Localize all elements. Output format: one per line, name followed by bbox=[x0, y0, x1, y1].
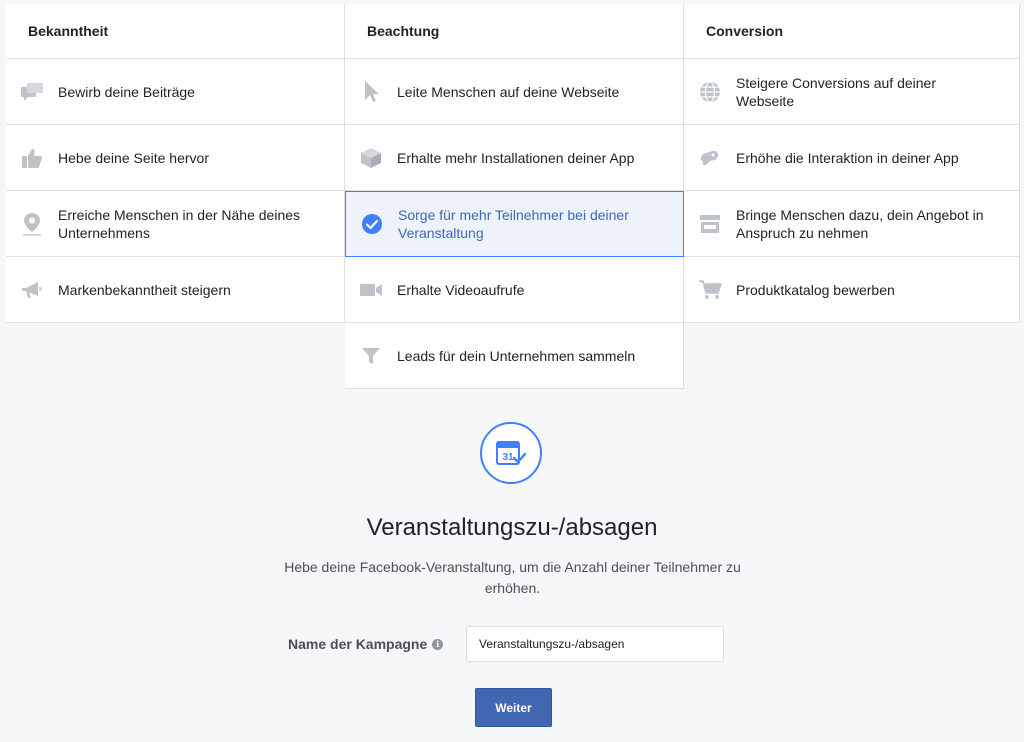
campaign-name-label-text: Name der Kampagne bbox=[288, 636, 428, 652]
objective-label: Steigere Conversions auf deiner Webseite bbox=[736, 74, 937, 109]
map-pin-icon bbox=[20, 212, 44, 236]
objective-promote-page[interactable]: Hebe deine Seite hervor bbox=[6, 125, 345, 191]
objective-offer-claims[interactable]: Bringe Menschen dazu, dein Angebot in An… bbox=[684, 191, 1020, 257]
cursor-icon bbox=[359, 80, 383, 104]
gamepad-icon bbox=[698, 146, 722, 170]
objective-app-engagement[interactable]: Erhöhe die Interaktion in deiner App bbox=[684, 125, 1020, 191]
storefront-icon bbox=[698, 212, 722, 236]
objective-boost-posts[interactable]: Bewirb deine Beiträge bbox=[6, 59, 345, 125]
objective-label: Hebe deine Seite hervor bbox=[58, 149, 209, 166]
objective-traffic[interactable]: Leite Menschen auf deine Webseite bbox=[345, 59, 684, 125]
continue-button[interactable]: Weiter bbox=[475, 688, 552, 727]
objective-label: Bewirb deine Beiträge bbox=[58, 83, 195, 100]
objective-label: Markenbekanntheit steigern bbox=[58, 281, 231, 298]
column-header-conversion: Conversion bbox=[684, 4, 1020, 59]
objective-label: Sorge für mehr Teilnehmer bei deiner Ver… bbox=[398, 207, 629, 241]
objective-event-responses[interactable]: Sorge für mehr Teilnehmer bei deiner Ver… bbox=[345, 191, 684, 257]
objective-app-installs[interactable]: Erhalte mehr Installationen deiner App bbox=[345, 125, 684, 191]
objective-video-views[interactable]: Erhalte Videoaufrufe bbox=[345, 257, 684, 323]
campaign-name-label: Name der Kampagne i bbox=[288, 636, 444, 652]
check-circle-icon bbox=[360, 212, 384, 236]
objective-label: Erhalte mehr Installationen deiner App bbox=[397, 149, 635, 166]
objective-label: Erhalte Videoaufrufe bbox=[397, 281, 525, 298]
video-camera-icon bbox=[359, 278, 383, 302]
objective-description: Hebe deine Facebook-Veranstaltung, um di… bbox=[284, 559, 741, 596]
globe-icon bbox=[698, 80, 722, 104]
calendar-day-text: 31 bbox=[502, 452, 514, 463]
campaign-name-input[interactable] bbox=[466, 626, 724, 662]
box-icon bbox=[359, 146, 383, 170]
megaphone-icon bbox=[20, 278, 44, 302]
objective-brand-awareness[interactable]: Markenbekanntheit steigern bbox=[6, 257, 345, 323]
shopping-cart-icon bbox=[698, 278, 722, 302]
objective-website-conversions[interactable]: Steigere Conversions auf deiner Webseite bbox=[684, 59, 1020, 125]
objective-label: Leite Menschen auf deine Webseite bbox=[397, 83, 620, 100]
column-header-awareness: Bekanntheit bbox=[6, 4, 345, 59]
objective-label: Bringe Menschen dazu, dein Angebot in An… bbox=[736, 206, 984, 241]
objective-label: Erreiche Menschen in der Nähe deines Unt… bbox=[58, 206, 301, 241]
funnel-icon bbox=[359, 344, 383, 368]
objective-lead-generation[interactable]: Leads für dein Unternehmen sammeln bbox=[345, 323, 684, 389]
column-header-consideration: Beachtung bbox=[345, 4, 684, 59]
info-icon[interactable]: i bbox=[432, 638, 444, 650]
thumbs-up-icon bbox=[20, 146, 44, 170]
objective-label: Leads für dein Unternehmen sammeln bbox=[397, 347, 636, 364]
calendar-check-icon: 31 bbox=[480, 422, 542, 484]
objective-title: Veranstaltungszu-/absagen bbox=[366, 514, 658, 541]
objective-product-catalog[interactable]: Produktkatalog bewerben bbox=[684, 257, 1020, 323]
speech-bubbles-icon bbox=[20, 80, 44, 104]
objective-label: Erhöhe die Interaktion in deiner App bbox=[736, 149, 959, 166]
objective-local-awareness[interactable]: Erreiche Menschen in der Nähe deines Unt… bbox=[6, 191, 345, 257]
objective-label: Produktkatalog bewerben bbox=[736, 281, 895, 298]
